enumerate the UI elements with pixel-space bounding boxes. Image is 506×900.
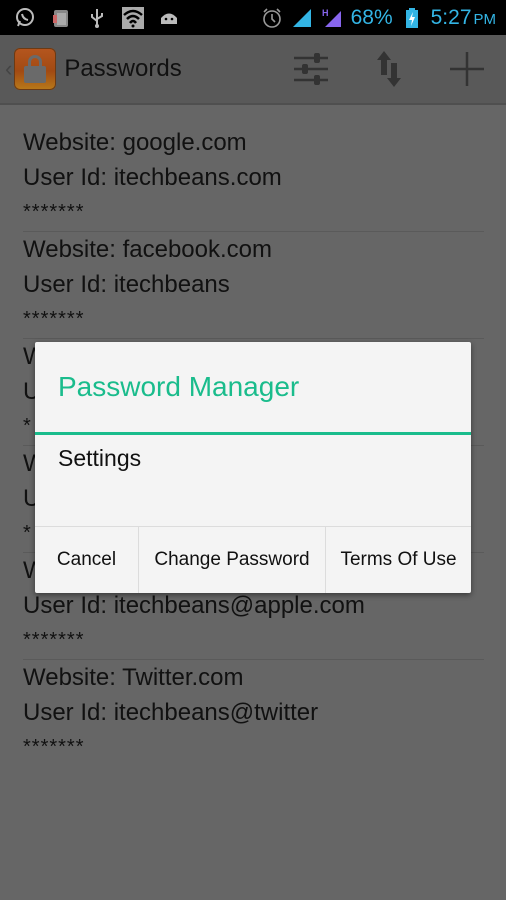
entry-website: Website: google.com [23,129,247,156]
battery-percent: 68% [350,5,393,29]
plus-icon [450,52,484,86]
alarm-icon [261,7,283,29]
clock-ampm: PM [473,10,497,28]
change-password-button[interactable]: Change Password [139,527,326,593]
dialog-message: Settings [58,445,142,471]
entry-website: Website: Twitter.com [23,664,244,691]
entry-password: ******* [23,308,85,330]
entry-website: Website: facebook.com [23,236,273,263]
dialog-button-bar: Cancel Change Password Terms Of Use [35,526,471,593]
wifi-icon [122,6,144,29]
entry-user-id: User Id: itechbeans@twitter [23,699,319,726]
dialog-title: Password Manager [58,371,300,402]
action-bar: ‹ Passwords [0,35,506,105]
clock: 5:27 PM [431,6,496,30]
clock-time: 5:27 [430,5,472,29]
svg-text:H: H [322,8,329,18]
entry-password: ******* [23,629,85,651]
usb-icon [86,7,108,29]
sliders-icon [294,53,328,85]
entry-password: ******* [23,201,85,223]
cancel-button[interactable]: Cancel [35,527,139,593]
password-manager-dialog: Password Manager Settings Cancel Change … [35,342,471,593]
battery-charging-icon [401,7,423,29]
list-item[interactable]: Website: google.com User Id: itechbeans.… [23,125,484,232]
lock-icon[interactable] [14,48,57,90]
terms-of-use-button[interactable]: Terms Of Use [326,527,471,593]
list-item[interactable]: Website: facebook.com User Id: itechbean… [23,232,484,339]
whatsapp-icon [14,7,36,29]
entry-user-id: User Id: itechbeans.com [23,164,282,191]
sort-arrows-icon [377,51,401,87]
signal-h-icon: H [321,7,343,29]
sort-button[interactable] [350,34,428,104]
list-item[interactable]: Website: Twitter.com User Id: itechbeans… [23,660,484,766]
status-bar: H 68% 5:27 PM [0,0,506,35]
page-title: Passwords [64,55,182,82]
settings-sliders-button[interactable] [272,34,350,104]
entry-user-id: User Id: itechbeans [23,271,230,298]
android-icon [158,7,180,29]
signal-icon [291,7,313,29]
app-drawer-icon [50,7,72,29]
add-button[interactable] [428,34,506,104]
entry-password: ******* [23,736,85,758]
up-caret-icon[interactable]: ‹ [5,56,12,82]
entry-user-id: User Id: itechbeans@apple.com [23,592,365,619]
